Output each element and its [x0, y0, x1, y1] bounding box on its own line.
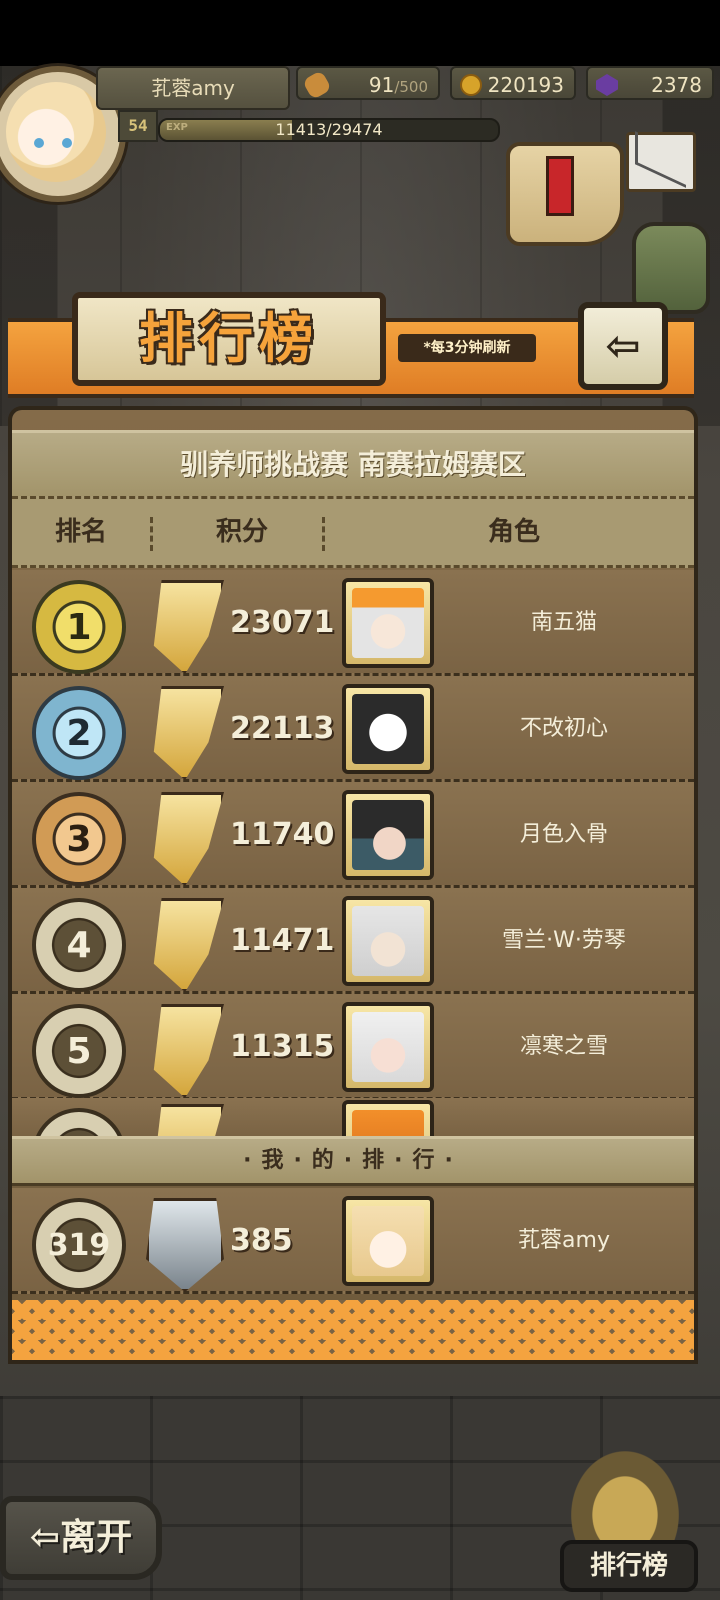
gold-wing-badge-icon [153, 580, 224, 674]
silver-feather-badge-icon [146, 1198, 224, 1292]
refresh-note: *每3分钟刷新 [398, 334, 536, 362]
player-portrait[interactable] [342, 790, 434, 880]
player-portrait[interactable] [342, 896, 434, 986]
stamina-counter: 91/500 [296, 66, 440, 101]
character-name: 雪兰·W·劳琴 [502, 928, 626, 953]
player-name: 芤蓉amy [96, 66, 290, 110]
character-name: 月色入骨 [519, 822, 608, 847]
mail-icon[interactable] [626, 132, 696, 192]
my-rank-label: ·我·的·排·行· [12, 1136, 694, 1186]
panel-zigzag-edge [12, 1300, 694, 1360]
rank-medal: 5 [32, 1004, 126, 1098]
leave-button[interactable]: ⇦离开 [0, 1496, 162, 1580]
table-row[interactable]: 5 11315 凛寒之雪 [12, 994, 694, 1100]
rank-medal: 319 [32, 1198, 126, 1292]
player-portrait [342, 1100, 434, 1136]
rank-medal [32, 1108, 126, 1136]
table-row[interactable]: 3 11740 月色入骨 [12, 782, 694, 888]
gold-counter: 220193 [450, 66, 576, 100]
character-name: 南五猫 [530, 610, 597, 635]
header-divider [322, 517, 329, 551]
gold-wing-badge-icon [153, 1104, 224, 1136]
portrait-image [352, 906, 424, 976]
gold-wing-badge-icon [153, 898, 224, 992]
quest-scroll-icon[interactable] [506, 142, 624, 246]
player-portrait[interactable] [342, 684, 434, 774]
stamina-current: 91 [368, 73, 395, 97]
gold-coin-icon [460, 74, 482, 96]
avatar-eye-left [34, 138, 44, 148]
header-divider [150, 517, 157, 551]
backpack-icon[interactable] [632, 222, 710, 314]
player-score: 23071 [230, 605, 335, 640]
exp-bar: EXP 11413/29474 [158, 118, 500, 142]
table-row-partial[interactable] [12, 1098, 694, 1136]
player-level: 54 [118, 110, 158, 142]
quest-scroll-marker [546, 156, 574, 216]
rank-medal-bronze: 3 [32, 792, 126, 886]
player-score: 11315 [230, 1029, 335, 1064]
player-score: 11740 [230, 817, 335, 852]
back-button[interactable]: ⇦ [578, 302, 668, 390]
portrait-image [352, 1012, 424, 1082]
gold-value: 220193 [487, 73, 564, 97]
stamina-max: /500 [394, 78, 428, 96]
player-portrait[interactable] [342, 1002, 434, 1092]
gold-wing-badge-icon [153, 1004, 224, 1098]
character-name: 凛寒之雪 [519, 1034, 608, 1059]
player-portrait[interactable] [342, 578, 434, 668]
portrait-image [352, 800, 424, 870]
ranking-button-label[interactable]: 排行榜 [560, 1540, 698, 1592]
purple-gem-icon [596, 74, 618, 96]
region-title: 驯养师挑战赛 南赛拉姆赛区 [12, 430, 694, 500]
gold-wing-badge-icon [153, 686, 224, 780]
player-score: 22113 [230, 711, 335, 746]
table-row[interactable]: 1 23071 南五猫 [12, 570, 694, 676]
gem-counter: 2378 [586, 66, 714, 100]
rank-medal: 4 [32, 898, 126, 992]
player-score: 385 [230, 1223, 293, 1258]
table-row[interactable]: 2 22113 不改初心 [12, 676, 694, 782]
portrait-image [352, 588, 424, 658]
character-name: 不改初心 [519, 716, 608, 741]
header-score: 积分 [215, 517, 268, 547]
player-avatar-face [6, 82, 106, 182]
bread-icon [301, 69, 333, 101]
my-rank-row[interactable]: 319 385 芤蓉amy [12, 1188, 694, 1294]
leaderboard-title: 排行榜 [72, 292, 386, 386]
portrait-image [352, 1206, 424, 1276]
header-character: 角色 [487, 517, 540, 547]
gem-value: 2378 [651, 73, 702, 97]
gold-wing-badge-icon [153, 792, 224, 886]
portrait-image [352, 1110, 424, 1136]
rank-medal-gold: 1 [32, 580, 126, 674]
header-rank: 排名 [54, 517, 107, 547]
portrait-image [352, 694, 424, 764]
player-portrait[interactable] [342, 1196, 434, 1286]
exp-text: 11413/29474 [275, 120, 383, 139]
character-name: 芤蓉amy [518, 1228, 610, 1253]
back-arrow-icon: ⇦ [605, 321, 641, 370]
avatar-eye-right [62, 138, 72, 148]
status-bar [0, 0, 720, 66]
table-header: 排名 积分 角色 [12, 496, 694, 568]
table-row[interactable]: 4 11471 雪兰·W·劳琴 [12, 888, 694, 994]
rank-medal-silver: 2 [32, 686, 126, 780]
player-score: 11471 [230, 923, 335, 958]
